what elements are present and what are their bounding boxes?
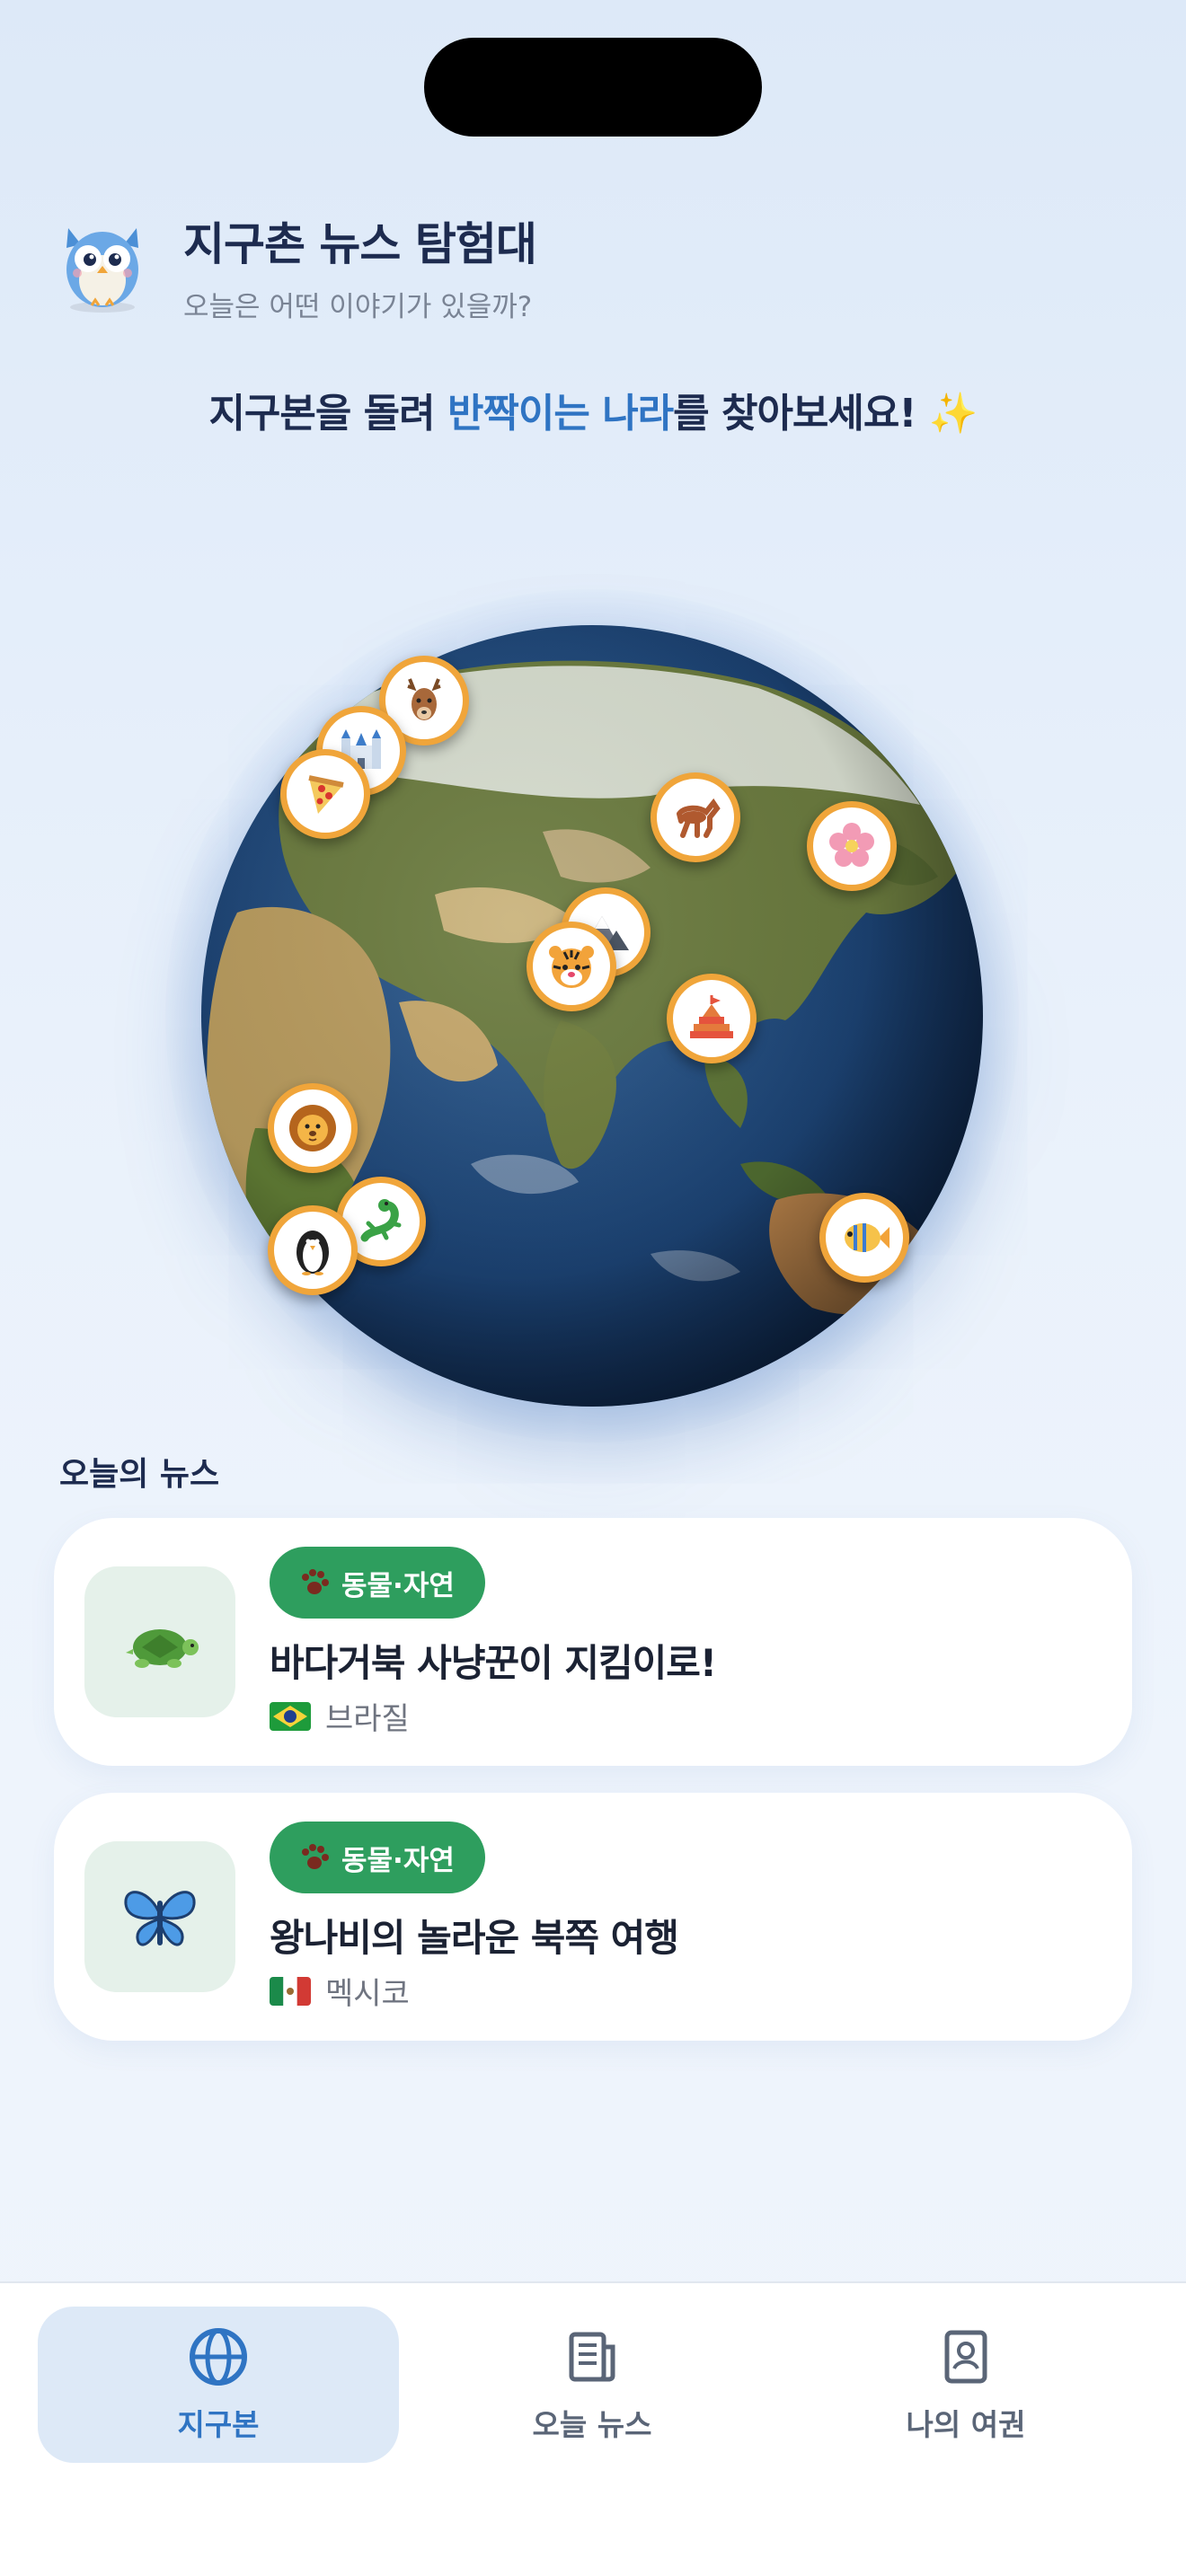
app-title: 지구촌 뉴스 탐험대 [183,218,537,270]
app-subtitle: 오늘은 어떤 이야기가 있을까? [183,291,533,323]
bottom-tab-bar: 지구본 오늘 뉴스 나의 여권 [0,2281,1186,2576]
pizza-marker-icon[interactable] [280,749,370,839]
butterfly-icon [124,1891,196,1946]
brazil-flag-icon [270,1701,311,1731]
paw-icon [302,1569,329,1594]
category-badge: 동물·자연 [270,1822,485,1893]
dynamic-island [424,38,762,137]
news-country: 멕시코 [270,1969,410,2013]
news-thumbnail [84,1566,235,1717]
sparkles-icon: ✨ [928,391,978,437]
pagoda-marker-icon[interactable] [667,974,757,1063]
news-icon [569,2332,615,2382]
app-header: 지구촌 뉴스 탐험대 오늘은 어떤 이야기가 있을까? [58,208,537,324]
lion-marker-icon[interactable] [268,1083,358,1173]
news-title: 왕나비의 놀라운 북쪽 여행 [270,1916,679,1960]
penguin-marker-icon[interactable] [268,1205,358,1295]
news-card[interactable]: 동물·자연 바다거북 사냥꾼이 지킴이로! 브라질 [54,1518,1132,1766]
tab-today-news[interactable]: 오늘 뉴스 [412,2307,773,2463]
horse-marker-icon[interactable] [651,772,740,862]
news-country: 브라질 [270,1694,410,1738]
tab-label: 지구본 [177,2407,260,2442]
passport-icon [944,2330,987,2384]
tiger-marker-icon[interactable] [527,922,616,1011]
country-name: 브라질 [325,1701,410,1737]
tab-label: 나의 여권 [906,2407,1026,2442]
tab-my-passport[interactable]: 나의 여권 [785,2307,1146,2463]
tab-globe[interactable]: 지구본 [38,2307,399,2463]
globe-instruction: 지구본을 돌려 반짝이는 나라를 찾아보세요! ✨ [0,381,1186,438]
owl-mascot-icon [58,217,147,316]
category-badge: 동물·자연 [270,1547,485,1619]
news-thumbnail [84,1841,235,1992]
category-label: 동물·자연 [341,1569,455,1602]
category-label: 동물·자연 [341,1844,455,1877]
globe-icon [190,2328,247,2386]
headline-part1: 지구본을 돌려 [208,391,447,437]
headline-highlight: 반짝이는 나라 [447,391,674,437]
cherry-blossom-marker-icon[interactable] [807,801,897,891]
news-title: 바다거북 사냥꾼이 지킴이로! [270,1641,717,1685]
turtle-icon [126,1629,199,1668]
paw-icon [302,1844,329,1869]
mexico-flag-icon [270,1976,311,2006]
news-section-title: 오늘의 뉴스 [59,1456,220,1493]
tropical-fish-marker-icon[interactable] [819,1193,909,1283]
news-card[interactable]: 동물·자연 왕나비의 놀라운 북쪽 여행 멕시코 [54,1793,1132,2041]
tab-label: 오늘 뉴스 [532,2407,652,2442]
country-name: 멕시코 [325,1976,410,2012]
headline-part2: 를 찾아보세요! [673,391,929,437]
globe-container[interactable] [165,589,1019,1442]
